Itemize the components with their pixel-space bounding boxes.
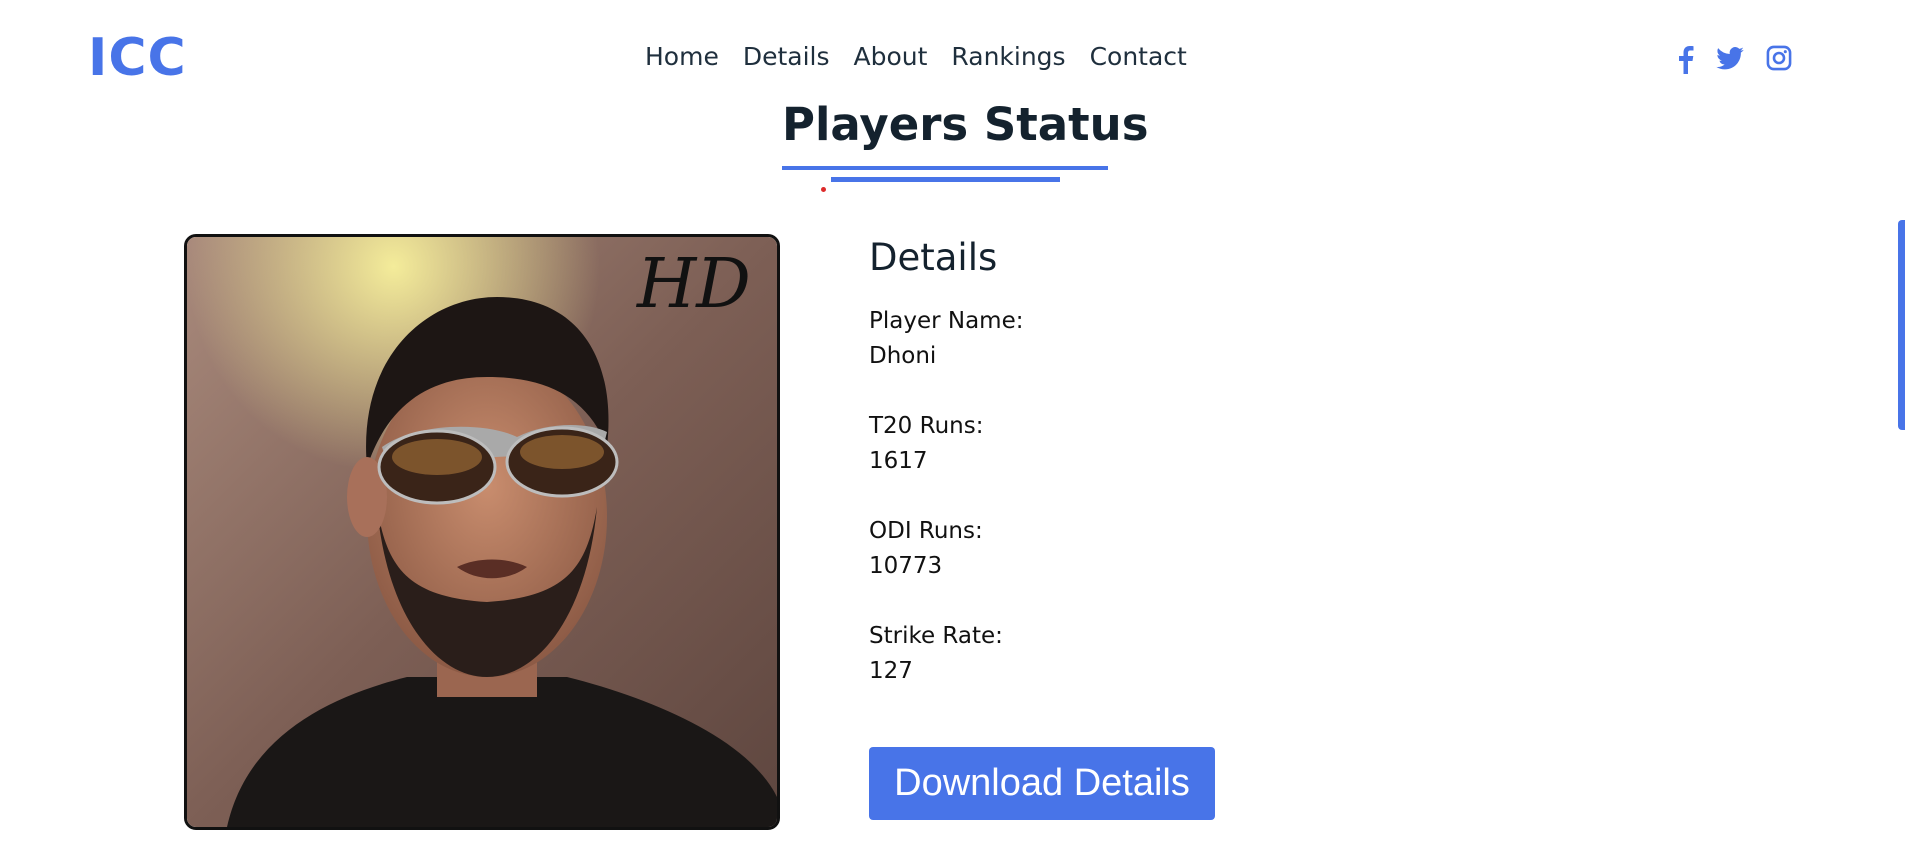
instagram-icon[interactable] xyxy=(1765,44,1793,74)
photo-watermark: HD xyxy=(635,245,751,324)
field-value: 10773 xyxy=(869,553,943,579)
nav-details[interactable]: Details xyxy=(743,42,830,71)
field-label: ODI Runs: xyxy=(869,518,983,544)
strike-rate-field: Strike Rate: 127 xyxy=(869,619,1003,689)
player-photo: HD xyxy=(184,234,780,830)
field-label: Player Name: xyxy=(869,308,1024,334)
field-value: 1617 xyxy=(869,448,928,474)
scrollbar-thumb[interactable] xyxy=(1898,220,1905,430)
twitter-icon[interactable] xyxy=(1715,44,1745,74)
download-details-button[interactable]: Download Details xyxy=(869,747,1215,820)
decorative-dot xyxy=(821,187,826,192)
odi-runs-field: ODI Runs: 10773 xyxy=(869,514,983,584)
t20-runs-field: T20 Runs: 1617 xyxy=(869,409,983,479)
title-underline-secondary xyxy=(831,177,1060,182)
field-value: 127 xyxy=(869,658,913,684)
player-name-field: Player Name: Dhoni xyxy=(869,304,1024,374)
social-links xyxy=(1675,44,1793,74)
nav-rankings[interactable]: Rankings xyxy=(951,42,1065,71)
details-heading: Details xyxy=(869,236,998,279)
field-label: T20 Runs: xyxy=(869,413,984,439)
site-logo[interactable]: ICC xyxy=(88,28,187,88)
field-label: Strike Rate: xyxy=(869,623,1003,649)
nav-contact[interactable]: Contact xyxy=(1090,42,1187,71)
nav-home[interactable]: Home xyxy=(645,42,719,71)
title-underline xyxy=(782,166,1108,170)
nav-about[interactable]: About xyxy=(854,42,928,71)
field-value: Dhoni xyxy=(869,343,937,369)
page-title: Players Status xyxy=(782,98,1149,151)
main-nav: Home Details About Rankings Contact xyxy=(645,42,1187,71)
facebook-icon[interactable] xyxy=(1675,44,1695,74)
